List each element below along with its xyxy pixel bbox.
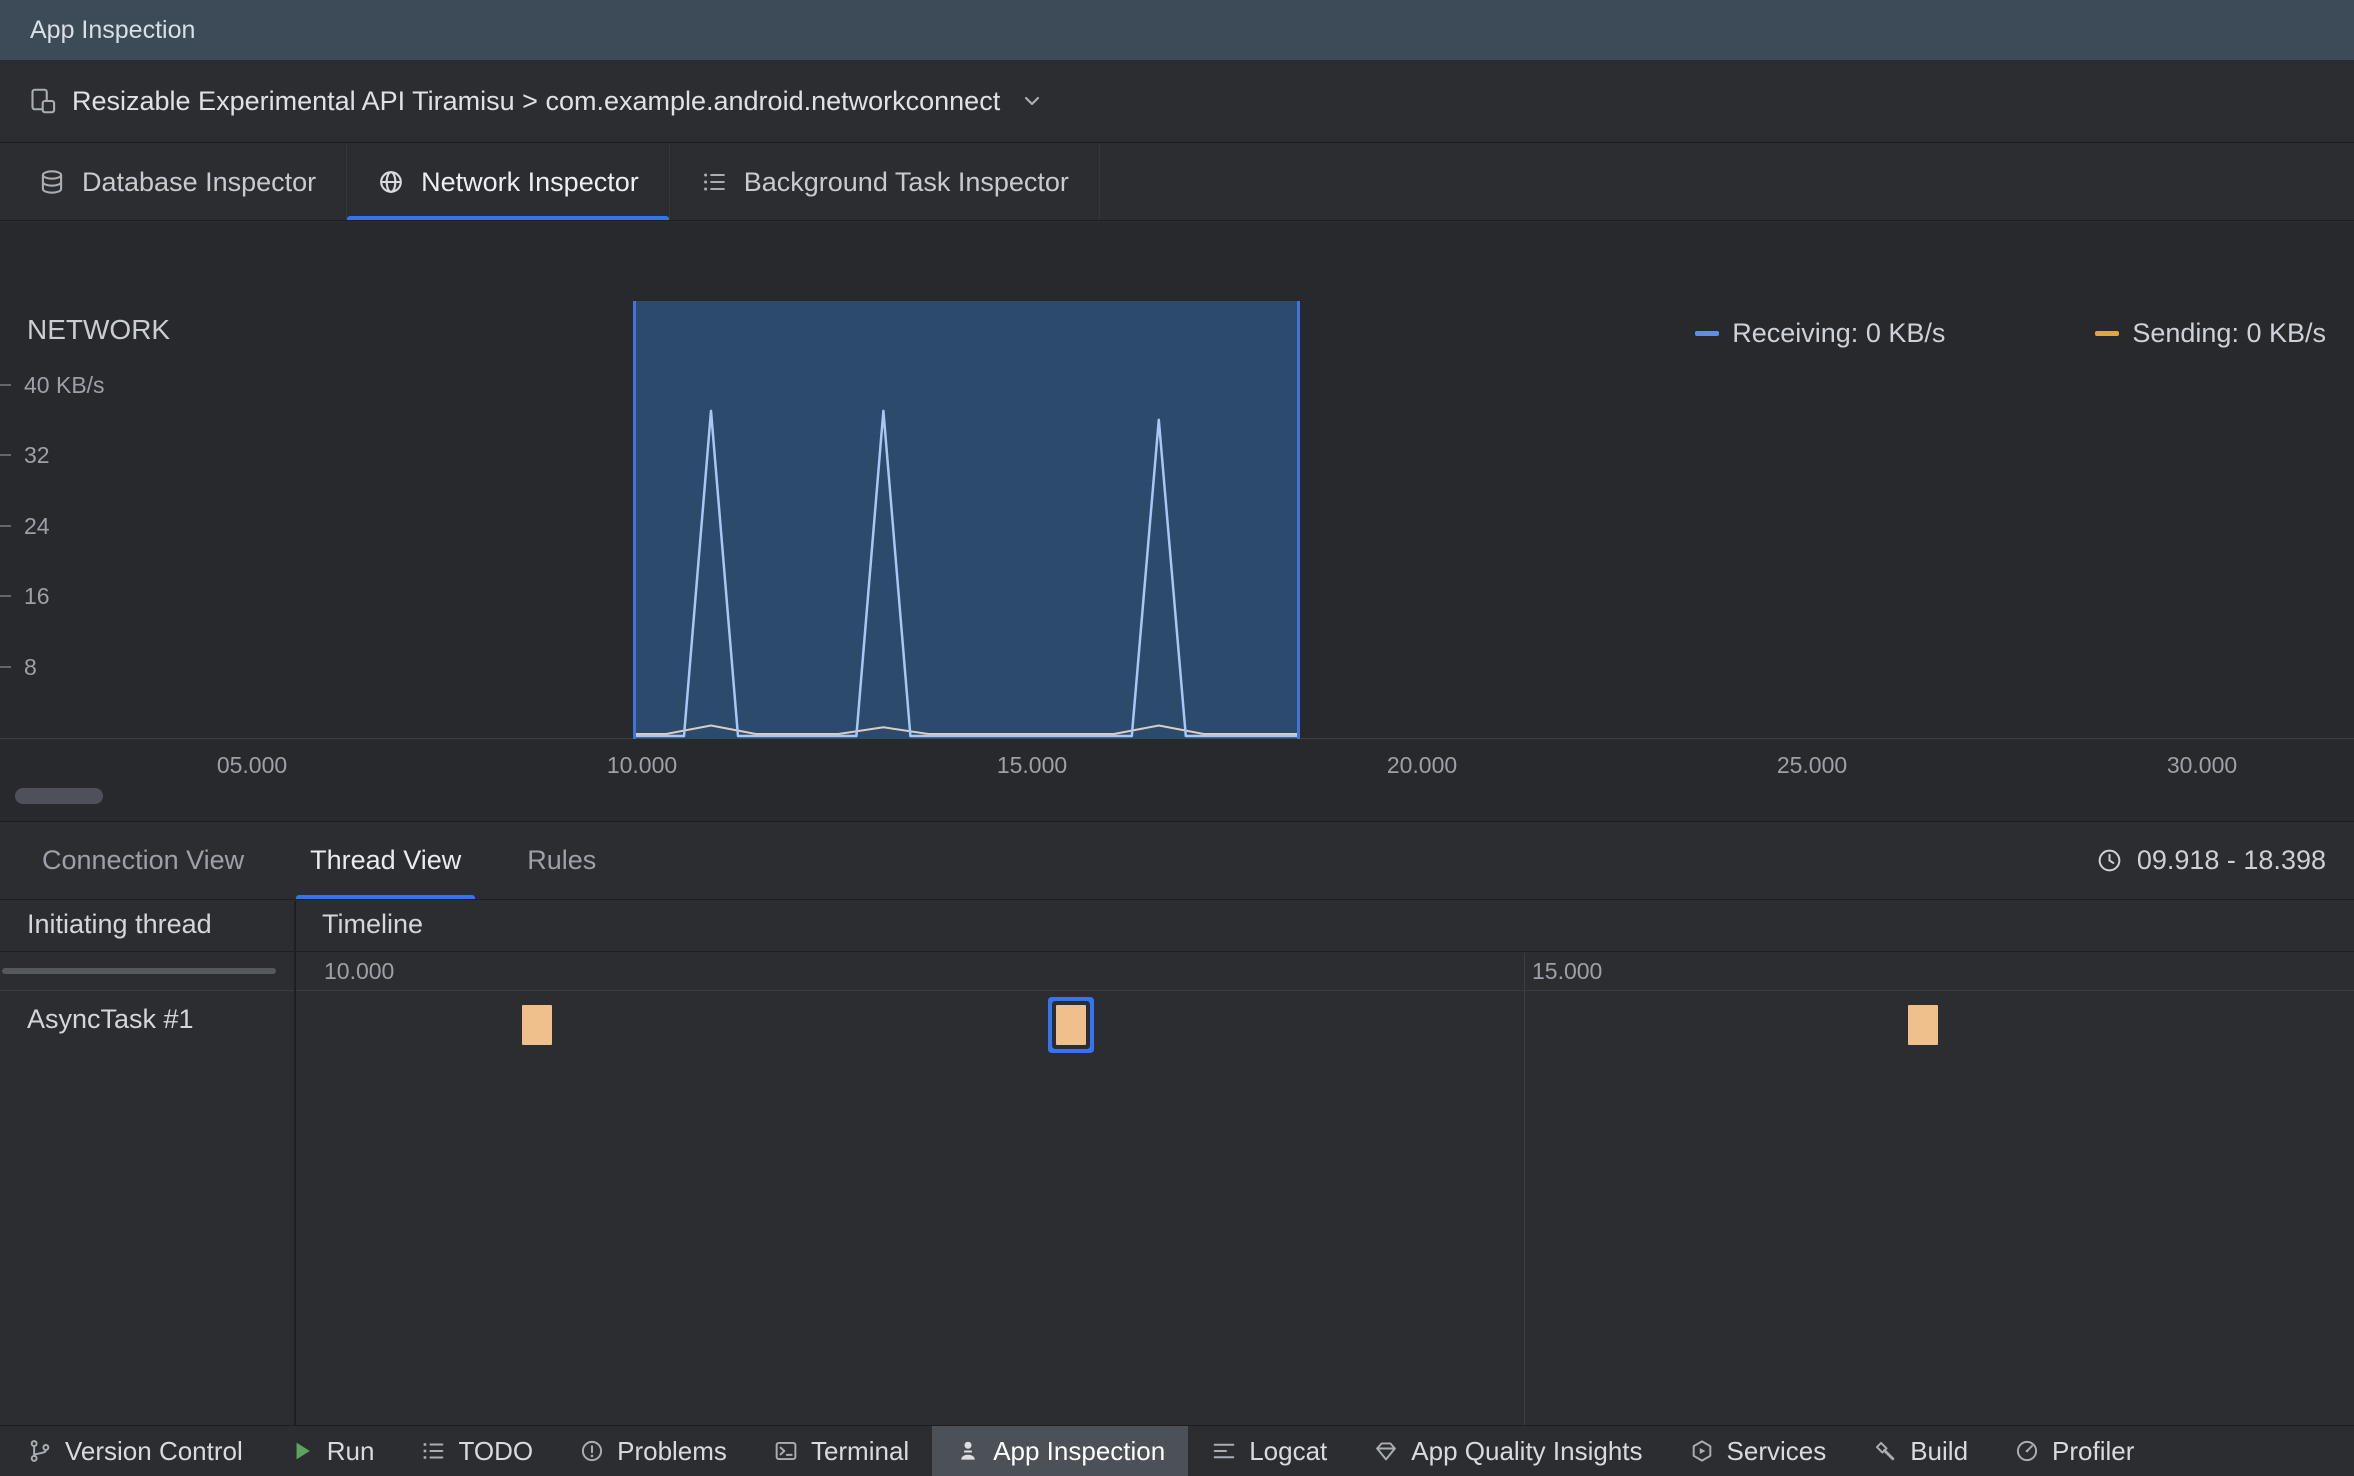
tool-window-button-label: Profiler bbox=[2052, 1435, 2135, 1466]
network-request-block[interactable] bbox=[522, 1005, 552, 1045]
build-icon bbox=[1876, 1441, 1895, 1461]
tool-window-button-label: Run bbox=[326, 1435, 375, 1466]
network-request-block[interactable] bbox=[1908, 1005, 1938, 1045]
version-control-icon bbox=[30, 1440, 50, 1462]
problems-icon bbox=[582, 1440, 603, 1462]
thread-row-label: AsyncTask #1 bbox=[27, 1004, 194, 1034]
network-request-block-selected[interactable] bbox=[1056, 1005, 1086, 1045]
tool-window-button-todo[interactable]: TODO bbox=[397, 1426, 556, 1476]
tool-window-button-services[interactable]: Services bbox=[1666, 1426, 1850, 1476]
tool-window-button-app-quality-insights[interactable]: App Quality Insights bbox=[1350, 1426, 1665, 1476]
app-inspection-icon bbox=[961, 1441, 975, 1460]
tool-window-button-build[interactable]: Build bbox=[1849, 1426, 1991, 1476]
tool-window-button-profiler[interactable]: Profiler bbox=[1991, 1426, 2157, 1476]
tool-window-button-version-control[interactable]: Version Control bbox=[4, 1426, 266, 1476]
tool-window-button-label: Services bbox=[1726, 1435, 1827, 1466]
terminal-icon bbox=[775, 1441, 797, 1461]
profiler-icon bbox=[2016, 1440, 2038, 1462]
tool-window-button-terminal[interactable]: Terminal bbox=[750, 1426, 932, 1476]
tool-window-button-label: App Inspection bbox=[993, 1435, 1166, 1466]
run-icon bbox=[296, 1442, 310, 1460]
tool-window-button-label: Terminal bbox=[810, 1435, 910, 1466]
tool-window-button-label: Problems bbox=[617, 1435, 727, 1466]
logcat-icon bbox=[1213, 1443, 1235, 1459]
tool-window-button-label: Logcat bbox=[1249, 1435, 1328, 1466]
thread-rows: AsyncTask #1 bbox=[0, 0, 2354, 1476]
tool-window-button-app-inspection[interactable]: App Inspection bbox=[932, 1426, 1189, 1476]
tool-window-button-run[interactable]: Run bbox=[266, 1426, 398, 1476]
services-icon bbox=[1692, 1440, 1711, 1462]
app-quality-insights-icon bbox=[1376, 1442, 1397, 1461]
tool-window-bar: Version Control Run TODO Problems Terminal Ap… bbox=[0, 1425, 2354, 1476]
tool-window-button-logcat[interactable]: Logcat bbox=[1188, 1426, 1350, 1476]
tool-window-button-problems[interactable]: Problems bbox=[556, 1426, 750, 1476]
tool-window-button-label: TODO bbox=[458, 1435, 534, 1466]
todo-icon bbox=[424, 1443, 444, 1459]
tool-window-button-label: App Quality Insights bbox=[1411, 1435, 1643, 1466]
tool-window-button-label: Build bbox=[1910, 1435, 1969, 1466]
tool-window-button-label: Version Control bbox=[65, 1435, 243, 1466]
